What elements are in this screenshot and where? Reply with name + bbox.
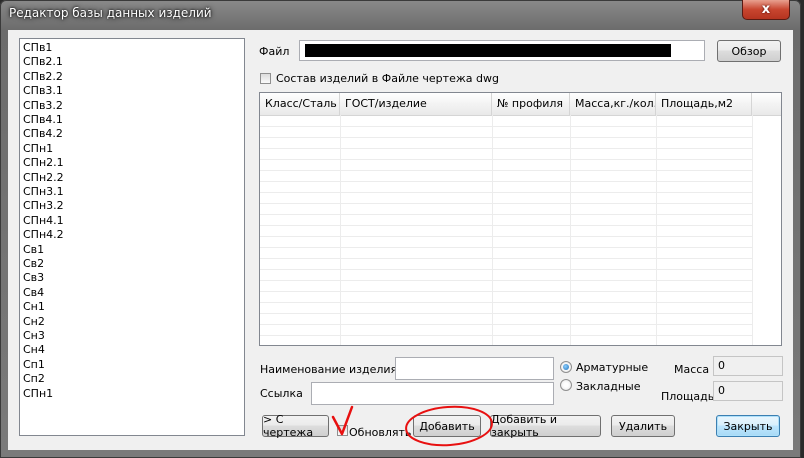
title-bar: Редактор базы данных изделий x [0,0,801,28]
red-circle-annotation [405,405,493,447]
close-window-button[interactable]: x [742,0,790,20]
dialog-client-area: СПв1 СПв2.1 СПв2.2 СПв3.1 СПв3.2 СПв4.1 СПв4.2… [8,30,793,450]
red-checkmark-annotation [331,405,354,436]
window-title: Редактор базы данных изделий [9,6,212,20]
red-annotation-marks [331,405,493,447]
close-icon: x [761,2,771,17]
editor-window: Редактор базы данных изделий x СПв1 СПв2.… [0,0,801,458]
